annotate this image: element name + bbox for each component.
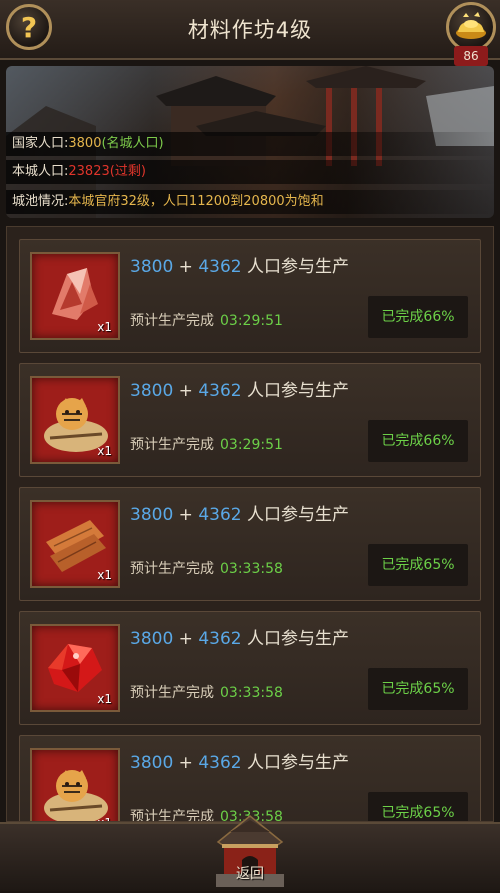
production-row[interactable]: x1 3800 + 4362 人口参与生产 预计生产完成03:33:58 已完成… — [19, 487, 481, 601]
production-row[interactable]: x1 3800 + 4362 人口参与生产 预计生产完成03:33:58 已完成… — [19, 611, 481, 725]
completion-badge: 已完成65% — [368, 544, 468, 586]
population-line: 3800 + 4362 人口参与生产 — [130, 257, 349, 277]
completion-badge: 已完成66% — [368, 420, 468, 462]
back-label: 返回 — [236, 866, 264, 882]
item-slot[interactable]: x1 — [30, 376, 120, 464]
national-population-line: 国家人口:3800(名城人口) — [6, 132, 494, 156]
ingot-icon — [446, 2, 496, 52]
completion-badge: 已完成66% — [368, 296, 468, 338]
city-banner: 国家人口:3800(名城人口) 本城人口:23823(过剩) 城池情况:本城官府… — [6, 66, 494, 218]
city-population-line: 本城人口:23823(过剩) — [6, 160, 494, 184]
population-line: 3800 + 4362 人口参与生产 — [130, 629, 349, 649]
eta-time: 03:29:51 — [220, 437, 283, 453]
back-button[interactable]: 返回 — [212, 812, 288, 889]
ingot-button[interactable]: 86 — [446, 2, 496, 68]
production-list[interactable]: x1 3800 + 4362 人口参与生产 预计生产完成 03:29:51 已完成… — [6, 226, 494, 822]
item-slot[interactable]: x1 — [30, 252, 120, 340]
ingot-count-badge: 86 — [454, 46, 488, 66]
production-row[interactable]: x1 3800 + 4362 人口参与生产 预计生产完成 03:29:51 已完成… — [19, 239, 481, 353]
item-slot[interactable]: x1 — [30, 624, 120, 712]
city-status-line: 城池情况:本城官府32级，人口11200到20800为饱和 — [6, 190, 494, 214]
top-bar: ? 材料作坊4级 86 — [0, 0, 500, 66]
eta-time: 03:33:58 — [220, 561, 283, 577]
eta-line: 预计生产完成 03:29:51 — [130, 437, 283, 453]
production-row[interactable]: x1 3800 + 4362 人口参与生产 预计生产完成03:33:58 已完成… — [19, 735, 481, 821]
page-title: 材料作坊4级 — [187, 18, 313, 42]
population-line: 3800 + 4362 人口参与生产 — [130, 505, 349, 525]
eta-line: 预计生产完成 03:29:51 — [130, 313, 283, 329]
item-quantity: x1 — [97, 568, 112, 582]
eta-line: 预计生产完成 03:33:58 — [130, 685, 283, 701]
completion-badge: 已完成65% — [368, 668, 468, 710]
item-slot[interactable]: x1 — [30, 500, 120, 588]
item-quantity: x1 — [97, 444, 112, 458]
eta-time: 03:29:51 — [220, 313, 283, 329]
item-quantity: x1 — [97, 692, 112, 706]
eta-time: 03:33:58 — [220, 685, 283, 701]
completion-badge: 已完成65% — [368, 792, 468, 821]
item-quantity: x1 — [97, 320, 112, 334]
population-line: 3800 + 4362 人口参与生产 — [130, 381, 349, 401]
eta-line: 预计生产完成 03:33:58 — [130, 561, 283, 577]
tiger-icon — [44, 770, 108, 821]
item-slot[interactable]: x1 — [30, 748, 120, 821]
population-line: 3800 + 4362 人口参与生产 — [130, 753, 349, 773]
production-row[interactable]: x1 3800 + 4362 人口参与生产 预计生产完成 03:29:51 已完成… — [19, 363, 481, 477]
